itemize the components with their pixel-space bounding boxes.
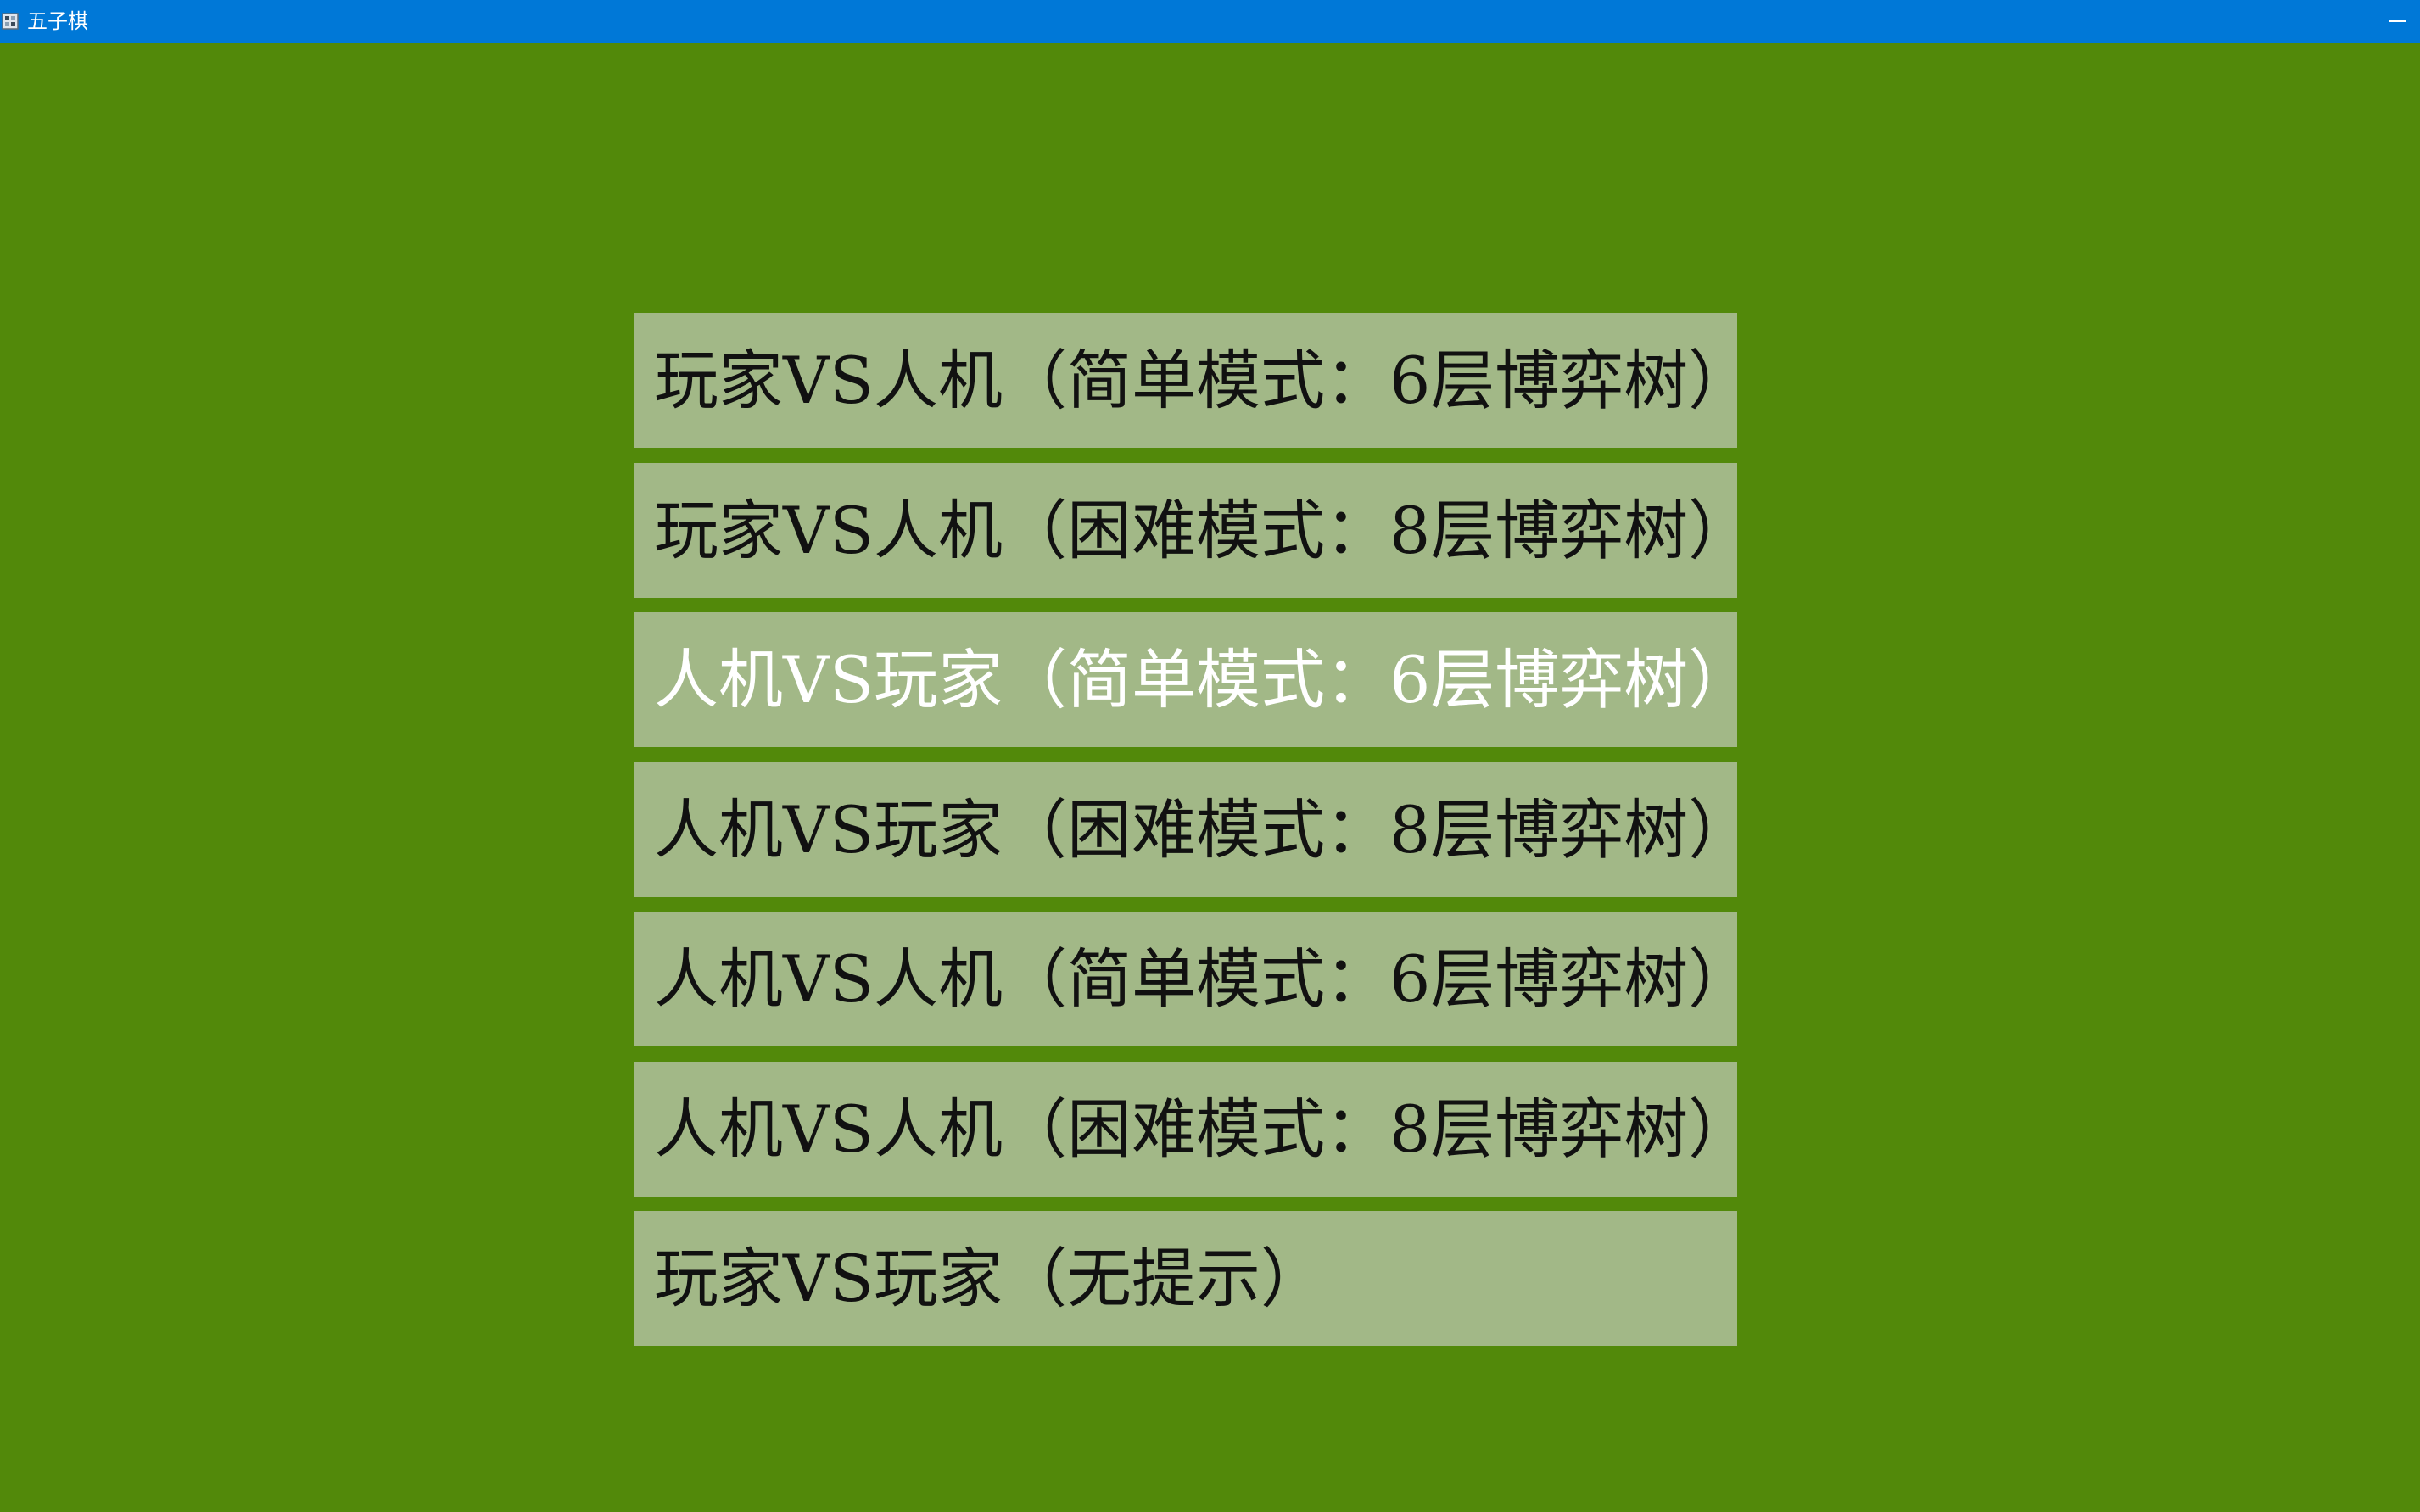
game-mode-menu: 玩家VS人机（简单模式：6层博弈树） 玩家VS人机（困难模式：8层博弈树） 人机…: [634, 313, 1737, 1361]
minimize-button[interactable]: [2361, 0, 2420, 43]
mode-button-ai-vs-player-hard[interactable]: 人机VS玩家（困难模式：8层博弈树）: [634, 762, 1737, 897]
mode-button-player-vs-player[interactable]: 玩家VS玩家（无提示）: [634, 1211, 1737, 1346]
mode-button-player-vs-ai-easy[interactable]: 玩家VS人机（简单模式：6层博弈树）: [634, 313, 1737, 448]
mode-button-player-vs-ai-hard[interactable]: 玩家VS人机（困难模式：8层博弈树）: [634, 462, 1737, 598]
minimize-icon: [2389, 20, 2406, 22]
mode-button-ai-vs-ai-easy[interactable]: 人机VS人机（简单模式：6层博弈树）: [634, 912, 1737, 1046]
app-window-icon: [2, 13, 19, 30]
mode-button-ai-vs-player-easy[interactable]: 人机VS玩家（简单模式：6层博弈树）: [634, 612, 1737, 747]
window-title: 五子棋: [27, 9, 88, 33]
main-client-area: 玩家VS人机（简单模式：6层博弈树） 玩家VS人机（困难模式：8层博弈树） 人机…: [0, 43, 2420, 1512]
mode-button-ai-vs-ai-hard[interactable]: 人机VS人机（困难模式：8层博弈树）: [634, 1061, 1737, 1197]
window-titlebar[interactable]: 五子棋: [0, 0, 2420, 43]
